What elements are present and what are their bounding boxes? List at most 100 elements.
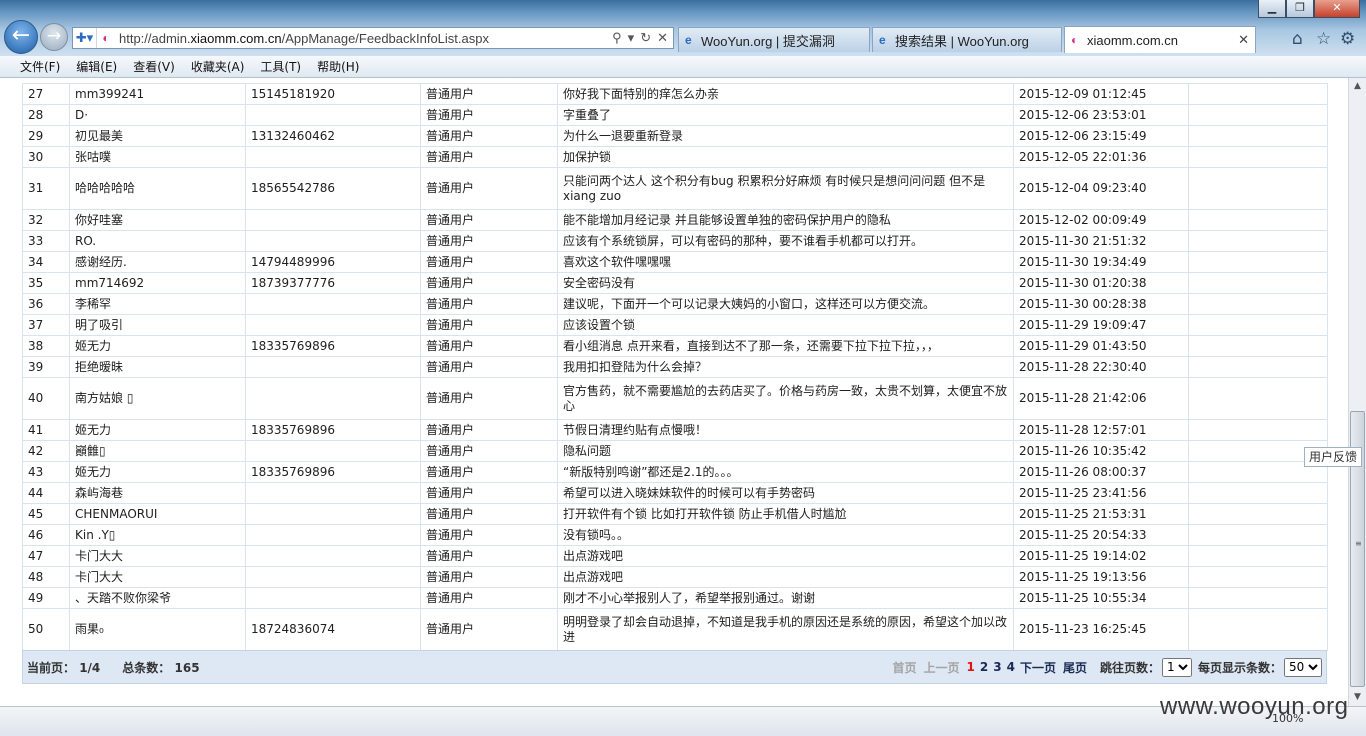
row-id: 36 [22,293,70,315]
search-icon[interactable]: ⚲ [612,30,622,46]
action-cell [1188,167,1328,210]
user-type-cell: 普通用户 [420,251,558,273]
page-size-select[interactable]: 50 [1284,657,1322,677]
close-window-button[interactable]: ✕ [1314,0,1360,18]
table-row: 47 卡门大大 普通用户 出点游戏吧 2015-11-25 19:14:02 [22,545,1328,567]
tab-wooyun-search[interactable]: e 搜索结果 | WooYun.org [872,27,1062,52]
prev-page-link[interactable]: 上一页 [923,659,959,676]
username-cell: 姬无力 [69,335,246,357]
first-page-link[interactable]: 首页 [892,659,916,676]
close-tab-icon[interactable]: ✕ [1238,32,1249,48]
row-id: 39 [22,356,70,378]
phone-cell [245,104,421,126]
compat-view-icon[interactable]: ✚▾ [73,28,97,48]
forward-button[interactable]: → [40,23,68,51]
stop-icon[interactable]: ✕ [657,30,668,46]
username-cell: 森屿海巷 [69,482,246,504]
back-button[interactable]: ← [4,20,38,54]
page-link-4[interactable]: 4 [1007,660,1015,674]
time-cell: 2015-11-25 10:55:34 [1013,587,1189,609]
user-feedback-tab[interactable]: 用户反馈 [1304,447,1362,467]
page-link-1[interactable]: 1 [967,660,975,674]
page-link-2[interactable]: 2 [980,660,988,674]
menu-view[interactable]: 查看(V) [125,58,183,75]
refresh-icon[interactable]: ↻ [640,30,651,46]
address-bar[interactable]: ✚▾ ◐ http://admin.xiaomm.com.cn/AppManag… [72,27,674,49]
action-cell [1188,524,1328,546]
feedback-table: 27 mm399241 15145181920 普通用户 你好我下面特别的痒怎么办亲 20… [22,83,1328,651]
table-row: 40 南方姑娘 ▯ 普通用户 官方售药，就不需要尴尬的去药店买了。价格与药房一致，太贵… [22,377,1328,420]
phone-cell [245,587,421,609]
favorites-star-icon[interactable]: ☆ [1316,29,1331,49]
table-row: 36 李稀罕 普通用户 建议呢，下面开一个可以记录大姨妈的小窗口，这样还可以方便交流。… [22,293,1328,315]
user-type-cell: 普通用户 [420,440,558,462]
action-cell [1188,209,1328,231]
time-cell: 2015-11-25 23:41:56 [1013,482,1189,504]
menu-help[interactable]: 帮助(H) [309,58,367,75]
phone-cell: 18335769896 [245,419,421,441]
time-cell: 2015-11-30 01:20:38 [1013,272,1189,294]
table-row: 44 森屿海巷 普通用户 希望可以进入晓妹妹软件的时候可以有手势密码 2015-11-2… [22,482,1328,504]
scroll-up-icon[interactable]: ▲ [1349,78,1366,94]
username-cell: Kin .Y▯ [69,524,246,546]
feedback-content-cell: 应该有个系统锁屏，可以有密码的那种，要不谁看手机都可以打开。 [557,230,1014,252]
menu-favorites[interactable]: 收藏夹(A) [183,58,253,75]
feedback-content-cell: 隐私问题 [557,440,1014,462]
gear-icon[interactable]: ⚙ [1340,29,1355,49]
username-cell: 雨果₀ [69,608,246,651]
vertical-scrollbar[interactable]: ▲ ≡ ▼ [1348,78,1366,706]
feedback-content-cell: 应该设置个锁 [557,314,1014,336]
next-page-link[interactable]: 下一页 [1020,659,1056,676]
user-type-cell: 普通用户 [420,587,558,609]
table-row: 37 明了吸引 普通用户 应该设置个锁 2015-11-29 19:09:47 [22,314,1328,336]
site-favicon: ◐ [1071,33,1079,47]
jump-page-select[interactable]: 1 [1161,657,1192,677]
feedback-content-cell: 明明登录了却会自动退掉，不知道是我手机的原因还是系统的原因，希望这个加以改进 [557,608,1014,651]
time-cell: 2015-11-26 10:35:42 [1013,440,1189,462]
ie-icon: e [879,33,886,47]
user-type-cell: 普通用户 [420,314,558,336]
feedback-content-cell: 你好我下面特别的痒怎么办亲 [557,83,1014,105]
watermark-text: www.wooyun.org [1160,693,1349,720]
minimize-button[interactable]: ▁ [1258,0,1286,18]
username-cell: mm399241 [69,83,246,105]
tab-wooyun-submit[interactable]: e WooYun.org | 提交漏洞 [678,27,870,52]
time-cell: 2015-11-25 19:13:56 [1013,566,1189,588]
user-type-cell: 普通用户 [420,209,558,231]
menu-edit[interactable]: 编辑(E) [68,58,125,75]
dropdown-icon[interactable]: ▾ [628,30,635,46]
feedback-content-cell: 打开软件有个锁 比如打开软件锁 防止手机借人时尴尬 [557,503,1014,525]
home-icon[interactable]: ⌂ [1292,29,1303,49]
username-cell: 你好哇塞 [69,209,246,231]
last-page-link[interactable]: 尾页 [1063,659,1087,676]
phone-cell: 18724836074 [245,608,421,651]
phone-cell: 18565542786 [245,167,421,210]
phone-cell: 18739377776 [245,272,421,294]
time-cell: 2015-11-30 19:34:49 [1013,251,1189,273]
tab-xiaomm[interactable]: ◐ xiaomm.com.cn ✕ [1064,26,1256,53]
table-row: 41 姬无力 18335769896 普通用户 节假日清理约贴有点慢哦！ 2015-11-… [22,419,1328,441]
action-cell [1188,377,1328,420]
page-link-3[interactable]: 3 [993,660,1001,674]
action-cell [1188,587,1328,609]
pager: 当前页： 1/4 总条数： 165 首页 上一页 1 2 3 4 下一页 尾页 … [22,650,1327,684]
url-text[interactable]: http://admin.xiaomm.com.cn/AppManage/Fee… [115,31,612,46]
time-cell: 2015-12-06 23:53:01 [1013,104,1189,126]
menu-tools[interactable]: 工具(T) [252,58,309,75]
row-id: 27 [22,83,70,105]
row-id: 32 [22,209,70,231]
grip-icon: ≡ [1355,539,1362,548]
action-cell [1188,230,1328,252]
phone-cell: 18335769896 [245,335,421,357]
table-row: 42 巓雔▯ 普通用户 隐私问题 2015-11-26 10:35:42 [22,440,1328,462]
feedback-content-cell: 出点游戏吧 [557,545,1014,567]
row-id: 40 [22,377,70,420]
row-id: 48 [22,566,70,588]
feedback-content-cell: 我用扣扣登陆为什么会掉？ [557,356,1014,378]
menu-file[interactable]: 文件(F) [12,58,68,75]
restore-button[interactable]: ❐ [1286,0,1314,18]
scroll-down-icon[interactable]: ▼ [1349,689,1366,705]
table-row: 38 姬无力 18335769896 普通用户 看小组消息 点开来看，直接到达不了那一条… [22,335,1328,357]
time-cell: 2015-11-30 00:28:38 [1013,293,1189,315]
username-cell: 拒绝暧昧 [69,356,246,378]
